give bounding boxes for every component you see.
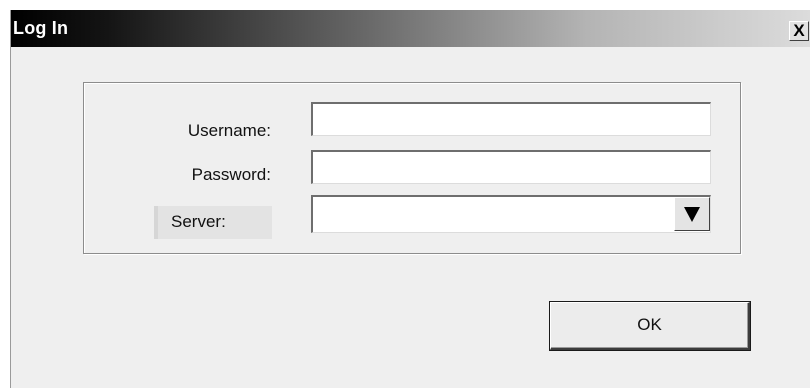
- title-bar[interactable]: Log In X: [11, 10, 810, 47]
- server-label: Server:: [171, 212, 226, 231]
- ok-button[interactable]: OK: [550, 302, 750, 350]
- close-button[interactable]: X: [789, 21, 809, 41]
- login-dialog: Log In X Username: Password: Server: OK: [10, 10, 810, 388]
- password-label: Password:: [191, 165, 271, 184]
- close-icon: X: [793, 21, 805, 40]
- server-select[interactable]: [311, 195, 711, 233]
- triangle-down-icon: [684, 207, 700, 222]
- server-dropdown-button[interactable]: [674, 197, 710, 231]
- password-field[interactable]: [311, 150, 711, 184]
- username-label: Username:: [187, 121, 271, 140]
- window-title: Log In: [13, 18, 69, 38]
- username-field[interactable]: [311, 102, 711, 136]
